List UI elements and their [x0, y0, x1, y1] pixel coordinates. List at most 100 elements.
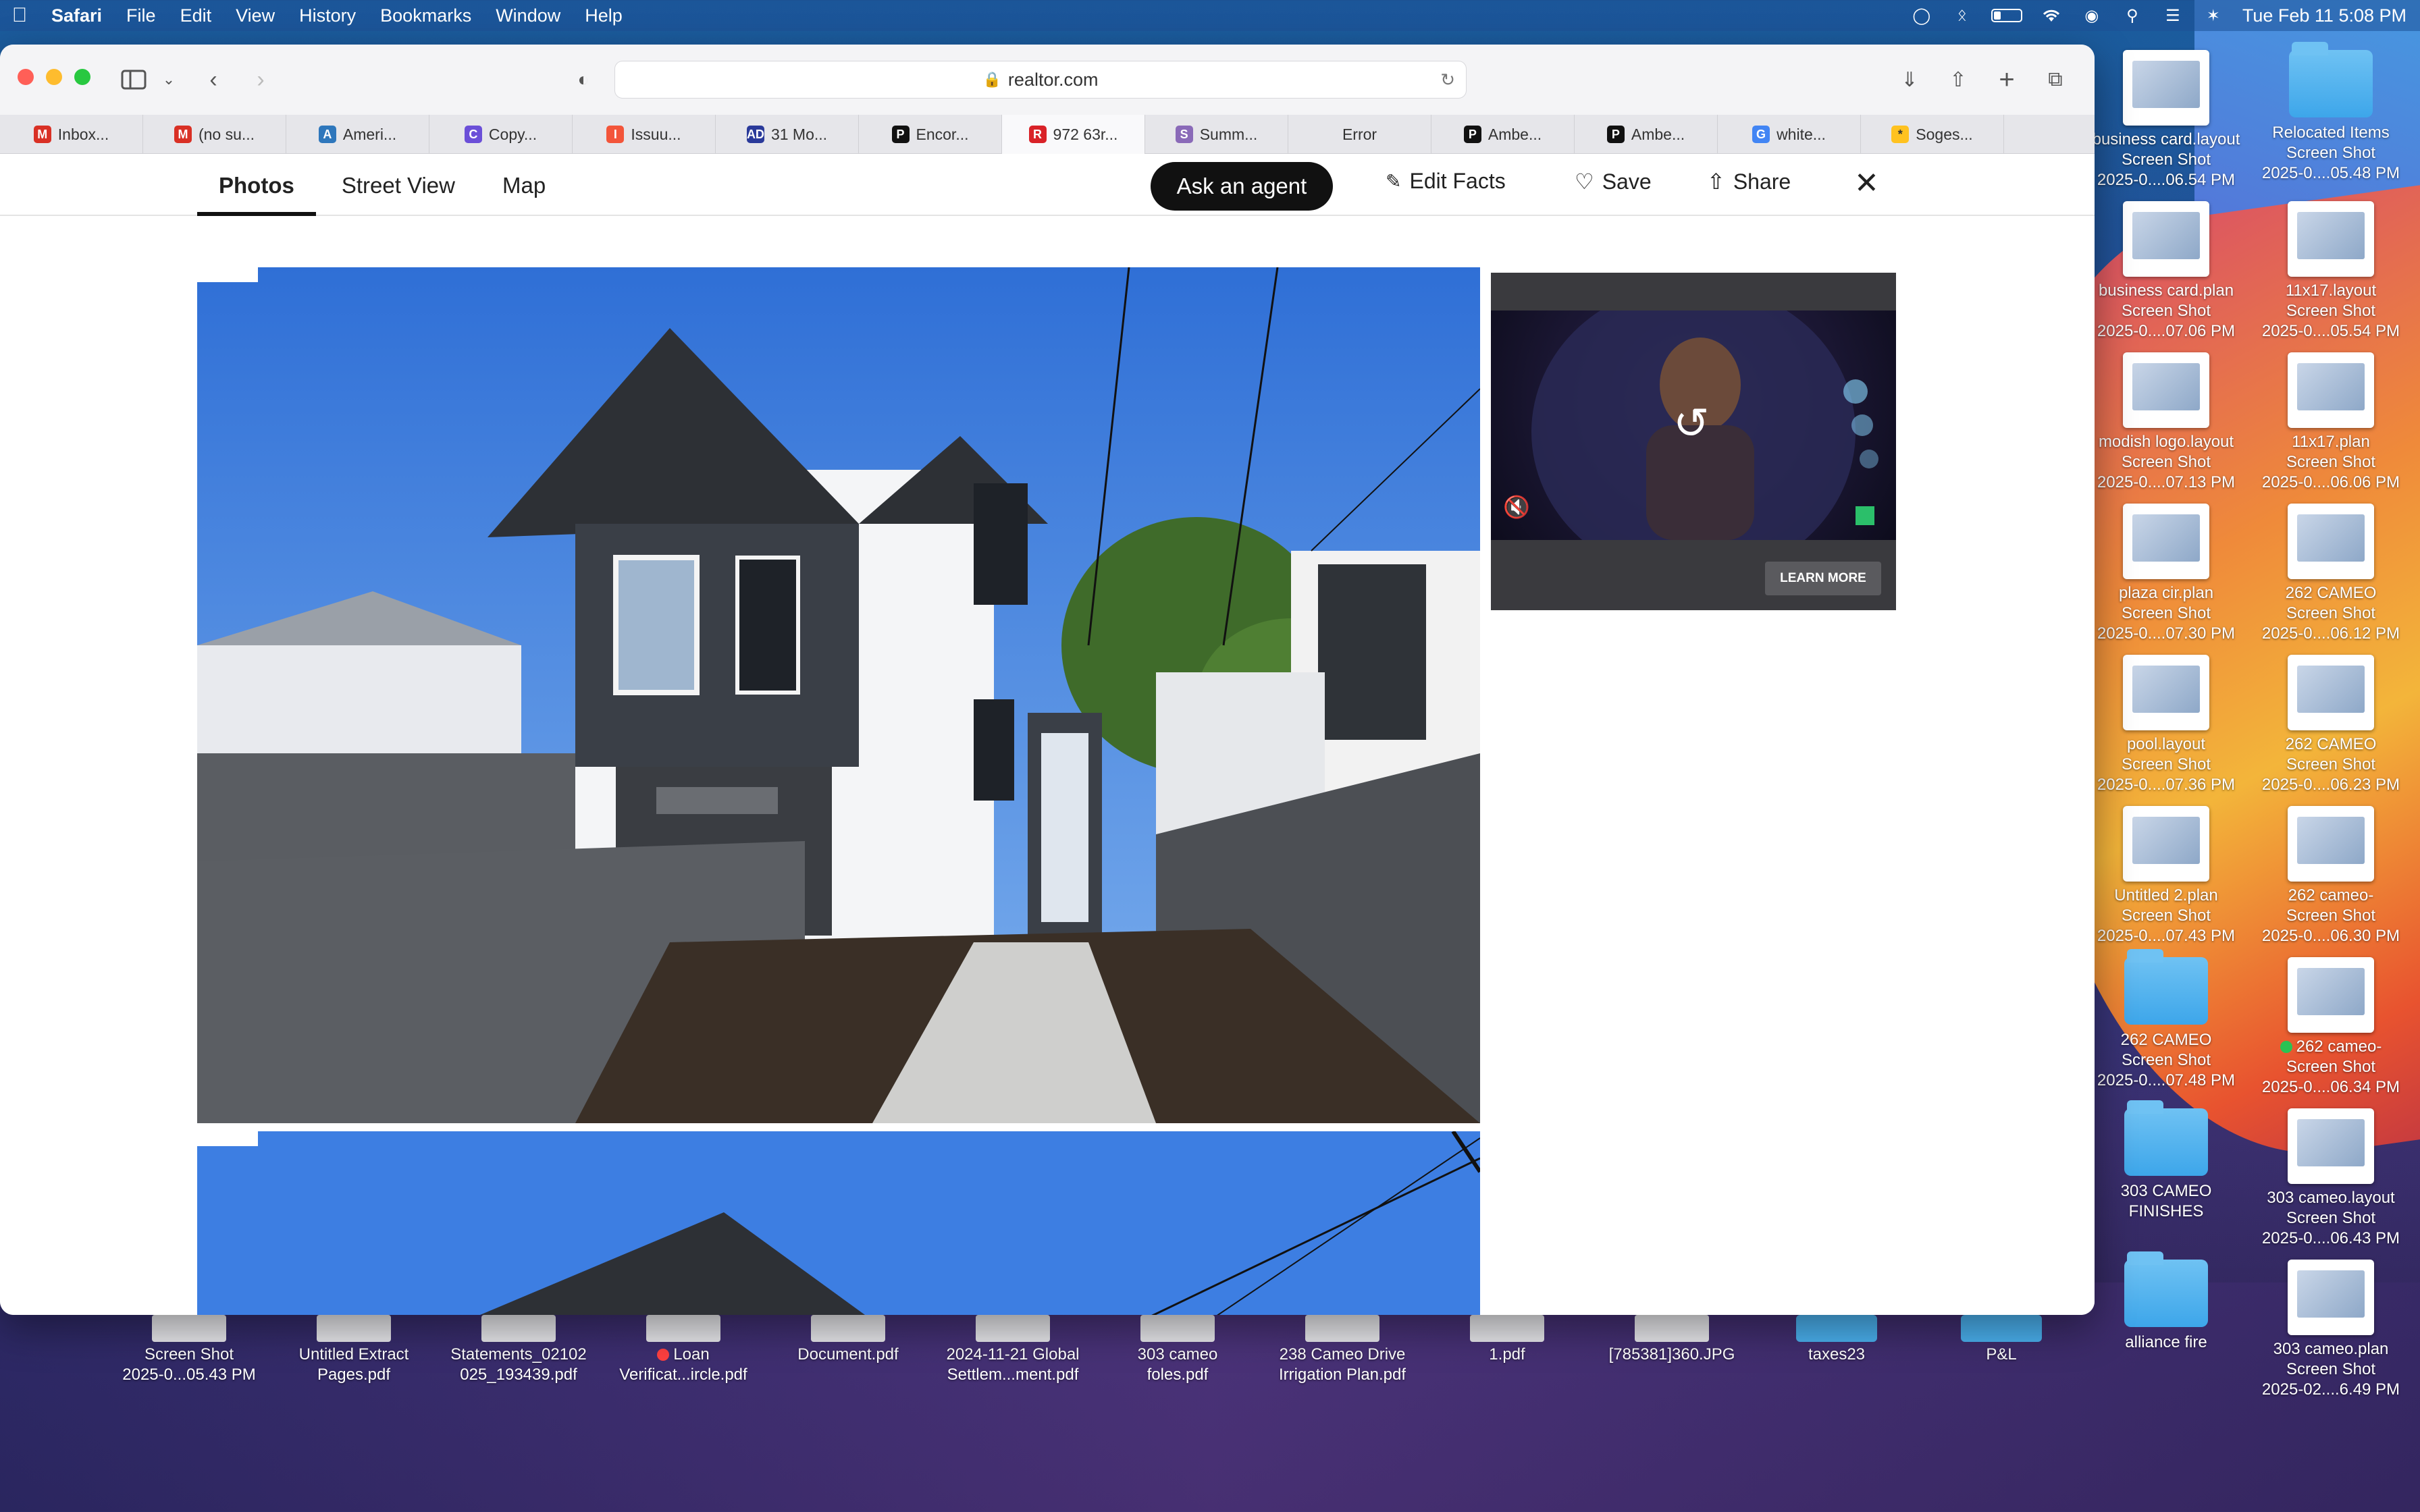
desktop-file-icon[interactable]: 303 CAMEO FINISHES	[2084, 1100, 2248, 1222]
reload-icon[interactable]: ↻	[1440, 70, 1455, 90]
replay-icon[interactable]: ↺	[1673, 398, 1710, 449]
file-thumbnail-icon	[152, 1315, 226, 1342]
browser-tab[interactable]: P Ambe...	[1431, 115, 1575, 154]
desktop-file-icon[interactable]: 11x17.layout Screen Shot 2025-0....05.54 P…	[2248, 201, 2413, 342]
desktop-file-icon[interactable]: Loan Verificat...ircle.pdf	[601, 1315, 766, 1385]
desktop-file-icon[interactable]: pool.layout Screen Shot 2025-0....07.36 PM	[2084, 655, 2248, 795]
close-window-button[interactable]	[18, 69, 34, 85]
file-thumbnail-icon	[2288, 957, 2374, 1033]
browser-tab[interactable]: P Encor...	[859, 115, 1002, 154]
desktop-file-icon[interactable]: [785381]360.JPG	[1589, 1315, 1754, 1365]
menu-help[interactable]: Help	[573, 0, 635, 31]
browser-tab[interactable]: AD 31 Mo...	[716, 115, 859, 154]
downloads-icon[interactable]: ⇓	[1892, 62, 1927, 97]
desktop-file-icon[interactable]: business card.layout Screen Shot 2025-0...…	[2084, 50, 2248, 190]
menu-app-name[interactable]: Safari	[39, 0, 114, 31]
sidebar-toggle-icon[interactable]	[116, 62, 151, 97]
desktop-file-icon[interactable]: 303 cameo.layout Screen Shot 2025-0....06.…	[2248, 1108, 2413, 1249]
forward-icon[interactable]: ›	[243, 62, 278, 97]
menu-file[interactable]: File	[114, 0, 168, 31]
minimize-window-button[interactable]	[46, 69, 62, 85]
desktop-file-name: Untitled 2.plan	[2114, 886, 2218, 905]
menu-clock[interactable]: Tue Feb 11 5:08 PM	[2242, 5, 2406, 26]
desktop-file-icon[interactable]: 262 cameo- Screen Shot 2025-0....06.30 PM	[2248, 806, 2413, 946]
address-bar[interactable]: 🔒 realtor.com ↻	[614, 61, 1467, 99]
desktop-file-icon[interactable]: 262 CAMEO Screen Shot 2025-0....06.23 PM	[2248, 655, 2413, 795]
desktop-file-sublabel: 025_193439.pdf	[460, 1366, 577, 1384]
browser-tab-label: 972 63r...	[1053, 125, 1118, 143]
share-icon[interactable]: ⇧	[1941, 62, 1976, 97]
desktop-file-icon[interactable]: taxes23	[1754, 1315, 1919, 1365]
desktop-file-icon[interactable]: 303 cameo foles.pdf	[1095, 1315, 1260, 1385]
browser-tab[interactable]: Gwhite...	[1718, 115, 1861, 154]
ad-video-player[interactable]: ↺ 🔇	[1491, 310, 1896, 540]
browser-tab[interactable]: R 972 63r...	[1002, 115, 1145, 154]
desktop-file-icon[interactable]: Relocated Items Screen Shot 2025-0....05.4…	[2248, 42, 2413, 184]
desktop-file-icon[interactable]: modish logo.layout Screen Shot 2025-0....0…	[2084, 352, 2248, 493]
browser-tab[interactable]: S Summ...	[1145, 115, 1288, 154]
mute-icon[interactable]: 🔇	[1503, 494, 1530, 520]
spotlight-search-icon[interactable]: ⚲	[2121, 7, 2144, 25]
tab-photos[interactable]: Photos	[197, 173, 316, 216]
tab-street-view[interactable]: Street View	[320, 173, 477, 215]
browser-tab[interactable]: * Soges...	[1861, 115, 2004, 154]
desktop-file-icon[interactable]: Document.pdf	[766, 1315, 930, 1365]
browser-tab[interactable]: M Inbox...	[0, 115, 143, 154]
battery-icon[interactable]	[1991, 9, 2022, 22]
desktop-file-sublabel: 2025-0....05.48 PM	[2261, 164, 2400, 182]
browser-toolbar: ⌄ ‹ › ◐ 🔒 realtor.com ↻ ⇓ ⇧ + ⧉	[0, 45, 2095, 115]
ask-agent-button[interactable]: Ask an agent	[1151, 162, 1333, 211]
desktop-file-icon[interactable]: Statements_02102 025_193439.pdf	[436, 1315, 601, 1385]
desktop-file-icon[interactable]: 11x17.plan Screen Shot 2025-0....06.06 PM	[2248, 352, 2413, 493]
browser-tab[interactable]: I Issuu...	[573, 115, 716, 154]
menu-history[interactable]: History	[287, 0, 368, 31]
desktop-file-icon[interactable]: 303 cameo.plan Screen Shot 2025-02....6.49…	[2248, 1260, 2413, 1400]
zoom-window-button[interactable]	[74, 69, 90, 85]
menu-view[interactable]: View	[223, 0, 287, 31]
desktop-file-icon[interactable]: 262 CAMEO Screen Shot 2025-0....07.48 PM	[2084, 949, 2248, 1091]
save-button[interactable]: ♡ Save	[1575, 169, 1652, 194]
menu-edit[interactable]: Edit	[168, 0, 224, 31]
share-button[interactable]: ⇧ Share	[1707, 169, 1791, 194]
desktop-file-icon[interactable]: alliance fire	[2084, 1251, 2248, 1353]
user-icon[interactable]: ◉	[2080, 7, 2103, 25]
learn-more-button[interactable]: LEARN MORE	[1765, 562, 1881, 595]
desktop-file-icon[interactable]: Screen Shot 2025-0...05.43 PM	[107, 1315, 271, 1385]
apple-menu-icon[interactable]: 	[0, 0, 39, 31]
desktop-file-icon[interactable]: 1.pdf	[1425, 1315, 1589, 1365]
desktop-file-icon[interactable]: Untitled 2.plan Screen Shot 2025-0....07.4…	[2084, 806, 2248, 946]
browser-tab[interactable]: Error	[1288, 115, 1431, 154]
chevron-down-icon[interactable]: ⌄	[151, 62, 186, 97]
browser-tab[interactable]: C Copy...	[429, 115, 573, 154]
browser-tab[interactable]: P Ambe...	[1575, 115, 1718, 154]
desktop-file-icon[interactable]: 262 CAMEO Screen Shot 2025-0....06.12 PM	[2248, 504, 2413, 644]
back-icon[interactable]: ‹	[196, 62, 231, 97]
desktop-file-icon[interactable]: business card.plan Screen Shot 2025-0....0…	[2084, 201, 2248, 342]
tab-overview-icon[interactable]: ⧉	[2038, 62, 2073, 97]
new-tab-icon[interactable]: +	[1989, 62, 2024, 97]
video-ad[interactable]: ↺ 🔇 LEARN MORE	[1491, 273, 1896, 610]
desktop-file-sublabel: Screen Shot	[2286, 1209, 2376, 1227]
close-icon[interactable]: ✕	[1854, 166, 1879, 200]
browser-tab[interactable]: M (no su...	[143, 115, 286, 154]
desktop-file-icon[interactable]: 238 Cameo Drive Irrigation Plan.pdf	[1260, 1315, 1425, 1385]
menu-window[interactable]: Window	[483, 0, 573, 31]
desktop-file-icon[interactable]: plaza cir.plan Screen Shot 2025-0....07.30…	[2084, 504, 2248, 644]
desktop-file-icon[interactable]: 262 cameo- Screen Shot 2025-0....06.34 PM	[2248, 957, 2413, 1098]
edit-facts-button[interactable]: ✎ Edit Facts	[1386, 169, 1506, 194]
browser-tab[interactable]: A Ameri...	[286, 115, 429, 154]
listing-photo[interactable]	[197, 1131, 1480, 1315]
siri-icon[interactable]: ✶	[2202, 7, 2225, 25]
desktop-file-icon[interactable]: 2024-11-21 Global Settlem...ment.pdf	[930, 1315, 1095, 1385]
bluetooth-icon[interactable]: ᛟ	[1951, 6, 1974, 24]
desktop-file-icon[interactable]: Untitled Extract Pages.pdf	[271, 1315, 436, 1385]
desktop-file-label: 11x17.plan	[2248, 432, 2413, 452]
menu-bookmarks[interactable]: Bookmarks	[368, 0, 483, 31]
creative-cloud-icon[interactable]: ◯	[1910, 7, 1933, 25]
privacy-shield-icon[interactable]: ◐	[566, 62, 601, 97]
wifi-icon[interactable]	[2040, 7, 2063, 24]
tab-map[interactable]: Map	[481, 173, 567, 215]
desktop-file-icon[interactable]: P&L	[1919, 1315, 2084, 1365]
control-center-icon[interactable]: ☰	[2161, 7, 2184, 25]
listing-photo[interactable]	[197, 267, 1480, 1123]
